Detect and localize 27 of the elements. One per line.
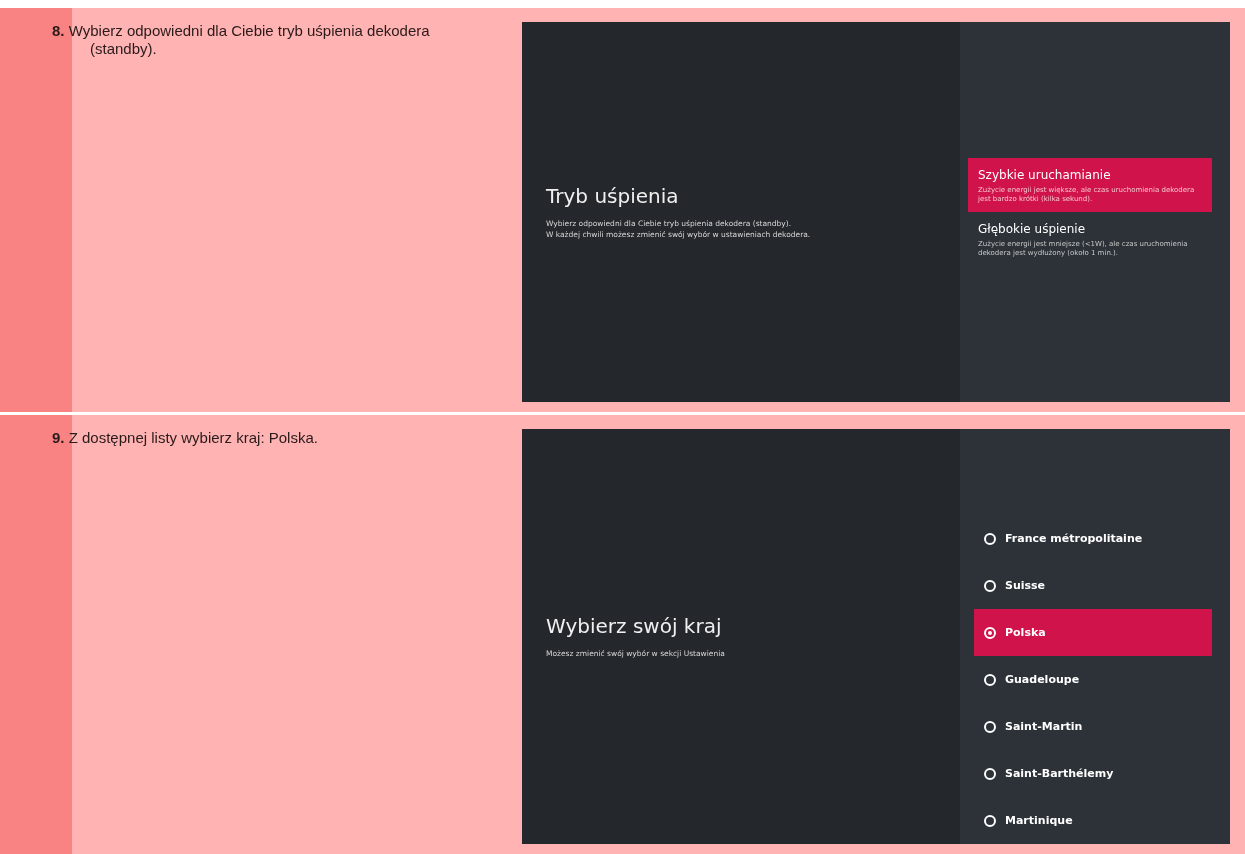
country-option[interactable]: Suisse (974, 562, 1212, 609)
radio-icon (984, 767, 996, 780)
radio-icon (984, 532, 996, 545)
country-label: Guadeloupe (1005, 673, 1080, 686)
country-option[interactable]: Guadeloupe (974, 656, 1212, 703)
radio-icon (984, 579, 996, 592)
option-title: Szybkie uruchamianie (978, 168, 1112, 182)
radio-icon (984, 673, 996, 686)
screen-title: Tryb uśpienia (546, 184, 680, 208)
country-option[interactable]: France métropolitaine (974, 515, 1212, 562)
country-option[interactable]: Saint-Barthélemy (974, 750, 1212, 797)
radio-icon (984, 720, 996, 733)
country-label: Polska (1005, 626, 1046, 639)
country-option[interactable]: Polska (974, 609, 1212, 656)
country-option[interactable]: Saint-Martin (974, 703, 1212, 750)
country-option[interactable]: Martinique (974, 797, 1212, 844)
country-label: Martinique (1005, 814, 1073, 827)
radio-icon (984, 814, 996, 827)
step-instruction: 8. Wybierz odpowiedni dla Ciebie tryb uśpienia dekodera (standby). (52, 22, 431, 58)
option-title: Głębokie uśpienie (978, 222, 1087, 236)
screen-title: Wybierz swój kraj (546, 614, 723, 638)
country-label: Saint-Martin (1005, 720, 1083, 733)
country-label: Saint-Barthélemy (1005, 767, 1114, 780)
step-instruction: 9. Z dostępnej listy wybierz kraj: Polska. (52, 429, 319, 447)
radio-checked-icon (984, 626, 996, 639)
country-label: France métropolitaine (1005, 532, 1143, 545)
country-label: Suisse (1005, 579, 1046, 592)
